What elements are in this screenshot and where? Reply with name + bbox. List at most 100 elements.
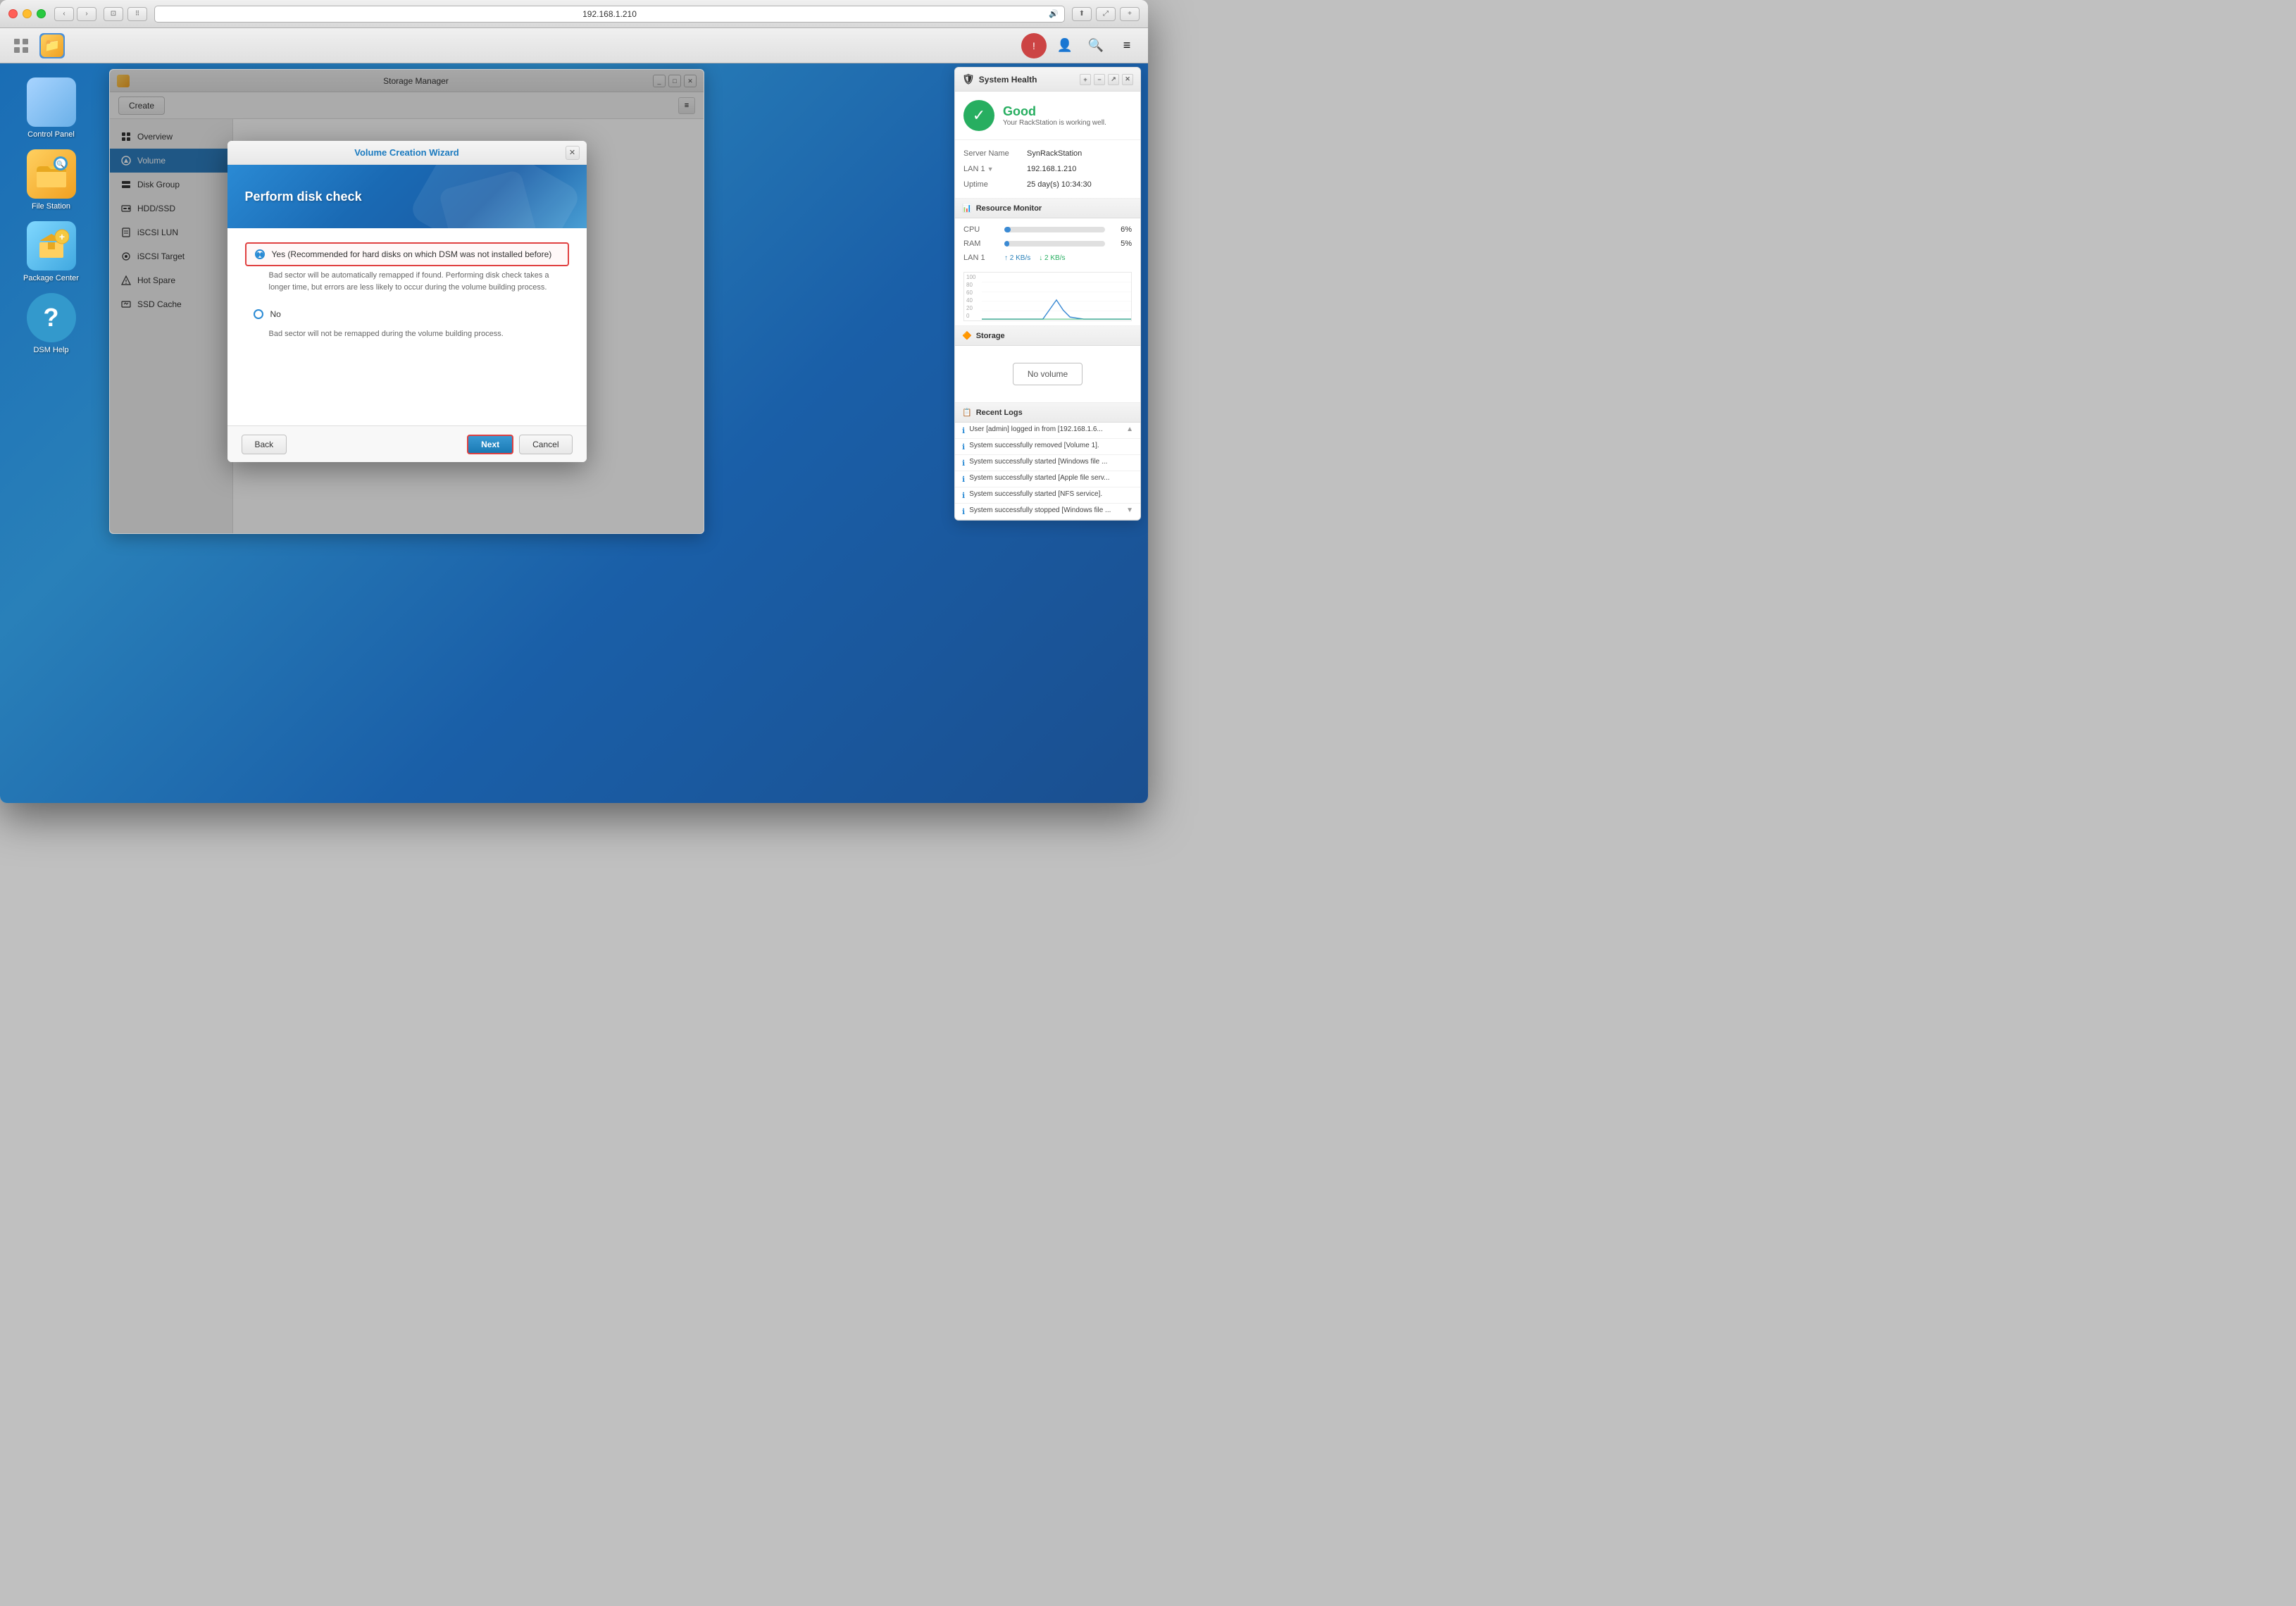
server-name-label: Server Name bbox=[963, 149, 1027, 158]
no-volume-button[interactable]: No volume bbox=[1013, 363, 1083, 385]
scroll-down-icon[interactable]: ▼ bbox=[1126, 506, 1133, 514]
storage-manager-window: Storage Manager _ □ ✕ Create ≡ bbox=[109, 69, 704, 534]
dsm-help-icon-image: ? bbox=[27, 293, 76, 342]
minimize-traffic-light[interactable] bbox=[23, 9, 32, 18]
network-chart: 100 80 60 40 20 0 bbox=[963, 272, 1132, 321]
wizard-close-button[interactable]: ✕ bbox=[566, 146, 580, 160]
menu-icon[interactable]: ≡ bbox=[1114, 33, 1140, 58]
wizard-dialog: Volume Creation Wizard ✕ Perform disk ch… bbox=[233, 141, 587, 462]
cpu-bar-container bbox=[1004, 227, 1105, 232]
storage-header: 🔶 Storage bbox=[955, 326, 1140, 346]
lan-speed-row: LAN 1 ↑ 2 KB/s ↓ 2 KB/s bbox=[963, 251, 1132, 265]
radio-option-yes[interactable]: Yes (Recommended for hard disks on which… bbox=[245, 242, 569, 293]
radio-yes-header[interactable]: Yes (Recommended for hard disks on which… bbox=[245, 242, 569, 266]
traffic-lights bbox=[8, 9, 46, 18]
log-icon-5: ℹ bbox=[962, 507, 965, 516]
notification-icon[interactable]: ! bbox=[1021, 33, 1047, 58]
health-details: Server Name SynRackStation LAN 1 ▼ 192.1… bbox=[955, 140, 1140, 199]
lan-row: LAN 1 ▼ 192.168.1.210 bbox=[963, 161, 1132, 177]
chart-y-labels: 100 80 60 40 20 0 bbox=[964, 273, 978, 320]
storage-title: Storage bbox=[976, 332, 1005, 340]
wizard-footer: Back Next Cancel bbox=[233, 425, 587, 462]
active-app-icon[interactable]: 📁 bbox=[39, 33, 65, 58]
add-tab-button[interactable]: + bbox=[1120, 7, 1140, 21]
ram-bar bbox=[1004, 241, 1009, 247]
chart-area bbox=[982, 273, 1131, 320]
health-status-icon: ✓ bbox=[963, 100, 994, 131]
radio-option-no[interactable]: No Bad sector will not be remapped durin… bbox=[245, 304, 569, 340]
browser-nav-buttons: ‹ › bbox=[54, 7, 96, 21]
titlebar-right-actions: ⬆ ⤢ + bbox=[1072, 7, 1140, 21]
log-item-1: ℹ System successfully removed [Volume 1]… bbox=[955, 439, 1140, 455]
desktop-icon-dsm-help[interactable]: ? DSM Help bbox=[13, 293, 90, 354]
svg-text:🔍: 🔍 bbox=[56, 160, 64, 168]
next-button[interactable]: Next bbox=[467, 435, 513, 454]
apps-grid-icon[interactable] bbox=[8, 33, 34, 58]
radio-yes-label: Yes (Recommended for hard disks on which… bbox=[272, 249, 552, 259]
search-icon[interactable]: 🔍 bbox=[1083, 33, 1109, 58]
resource-monitor-icon: 📊 bbox=[962, 204, 972, 213]
address-bar[interactable]: 192.168.1.210 🔊 bbox=[154, 6, 1065, 23]
storage-section: 🔶 Storage No volume bbox=[955, 326, 1140, 403]
back-button[interactable]: ‹ bbox=[54, 7, 74, 21]
panel-minimize-btn[interactable]: − bbox=[1094, 74, 1105, 85]
window-mode-button[interactable]: ⊡ bbox=[104, 7, 123, 21]
resource-rows: CPU 6% RAM 5% LAN 1 bbox=[955, 218, 1140, 269]
log-icon-0: ℹ bbox=[962, 426, 965, 435]
log-text-1: System successfully removed [Volume 1]. bbox=[969, 442, 1099, 449]
radio-no-input[interactable] bbox=[254, 309, 263, 319]
panel-close-btn[interactable]: ✕ bbox=[1122, 74, 1133, 85]
scroll-up-icon[interactable]: ▲ bbox=[1126, 425, 1133, 433]
log-text-2: System successfully started [Windows fil… bbox=[969, 458, 1107, 466]
svg-text:+: + bbox=[58, 231, 64, 242]
panel-header-controls: + − ↗ ✕ bbox=[1080, 74, 1133, 85]
ram-row: RAM 5% bbox=[963, 237, 1132, 251]
uptime-row: Uptime 25 day(s) 10:34:30 bbox=[963, 177, 1132, 192]
close-traffic-light[interactable] bbox=[8, 9, 18, 18]
control-panel-icon-image bbox=[27, 77, 76, 127]
log-item-3: ℹ System successfully started [Apple fil… bbox=[955, 471, 1140, 487]
toolbar-right-actions: ! 👤 🔍 ≡ bbox=[1021, 33, 1140, 58]
cancel-button[interactable]: Cancel bbox=[519, 435, 572, 454]
lan-speeds: ↑ 2 KB/s ↓ 2 KB/s bbox=[1004, 254, 1066, 262]
panel-expand-btn[interactable]: ↗ bbox=[1108, 74, 1119, 85]
grid-view-button[interactable]: ⠿ bbox=[127, 7, 147, 21]
health-status-content: ✓ Good Your RackStation is working well. bbox=[955, 92, 1140, 140]
share-button[interactable]: ⬆ bbox=[1072, 7, 1092, 21]
file-station-label: File Station bbox=[32, 202, 70, 211]
dsm-help-label: DSM Help bbox=[33, 346, 68, 354]
recent-logs-title: Recent Logs bbox=[976, 409, 1023, 417]
mac-titlebar: ‹ › ⊡ ⠿ 192.168.1.210 🔊 ⬆ ⤢ + bbox=[0, 0, 1148, 28]
resource-monitor-title: Resource Monitor bbox=[976, 204, 1042, 213]
user-icon[interactable]: 👤 bbox=[1052, 33, 1078, 58]
fullscreen-button[interactable]: ⤢ bbox=[1096, 7, 1116, 21]
cpu-bar bbox=[1004, 227, 1011, 232]
file-station-icon-image: 🔍 bbox=[27, 149, 76, 199]
wizard-body: Yes (Recommended for hard disks on which… bbox=[233, 228, 587, 425]
recent-logs-header: 📋 Recent Logs bbox=[955, 403, 1140, 423]
log-item-2: ℹ System successfully started [Windows f… bbox=[955, 455, 1140, 471]
maximize-traffic-light[interactable] bbox=[37, 9, 46, 18]
health-subtitle: Your RackStation is working well. bbox=[1003, 119, 1106, 127]
forward-button[interactable]: › bbox=[77, 7, 96, 21]
log-item-4: ℹ System successfully started [NFS servi… bbox=[955, 487, 1140, 504]
desktop-icon-file-station[interactable]: 🔍 File Station bbox=[13, 149, 90, 211]
lan-value: 192.168.1.210 bbox=[1027, 165, 1076, 173]
server-name-value: SynRackStation bbox=[1027, 149, 1082, 158]
back-button[interactable]: Back bbox=[242, 435, 287, 454]
radio-yes-input[interactable] bbox=[255, 249, 265, 259]
desktop-icon-package-center[interactable]: + Package Center bbox=[13, 221, 90, 282]
system-health-panel: 🛡 System Health + − ↗ ✕ ✓ Good Your Rack… bbox=[954, 67, 1141, 521]
radio-no-label: No bbox=[270, 309, 281, 319]
log-item-0: ℹ User [admin] logged in from [192.168.1… bbox=[955, 423, 1140, 439]
wizard-header: Perform disk check bbox=[233, 165, 587, 228]
lan-upload-speed: ↑ 2 KB/s bbox=[1004, 254, 1030, 262]
desktop-icon-control-panel[interactable]: Control Panel bbox=[13, 77, 90, 139]
panel-add-btn[interactable]: + bbox=[1080, 74, 1091, 85]
wizard-title: Volume Creation Wizard bbox=[354, 147, 458, 158]
wizard-overlay: Volume Creation Wizard ✕ Perform disk ch… bbox=[233, 119, 704, 533]
radio-no-header[interactable]: No bbox=[245, 304, 569, 325]
address-text: 192.168.1.210 bbox=[582, 9, 637, 19]
log-text-3: System successfully started [Apple file … bbox=[969, 474, 1109, 482]
lan-speed-label: LAN 1 bbox=[963, 254, 999, 262]
